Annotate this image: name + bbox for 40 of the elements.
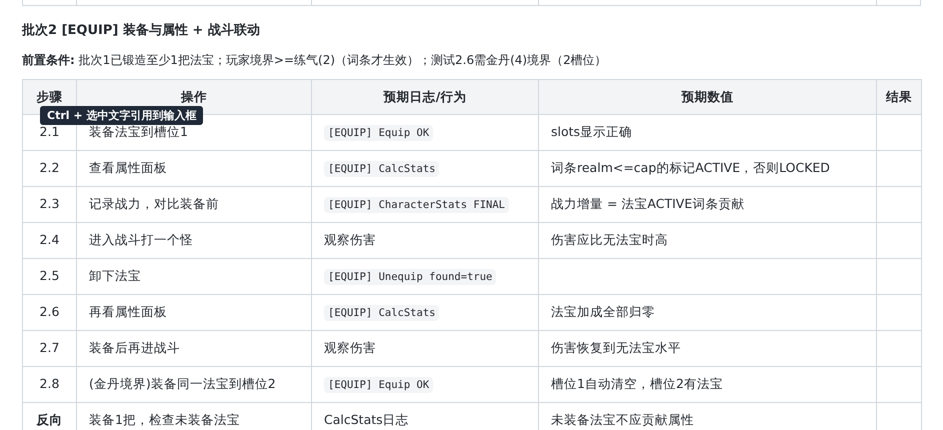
step-number: 2.7 [40, 340, 60, 356]
expected-value: 伤害应比无法宝时高 [551, 232, 668, 248]
action-text: 查看属性面板 [89, 160, 167, 176]
log-text: 观察伤害 [324, 232, 376, 248]
action-text: (金丹境界)装备同一法宝到槽位2 [89, 376, 276, 392]
log-code: [EQUIP] CharacterStats FINAL [324, 197, 510, 214]
action-text: 装备1把，检查未装备法宝 [89, 412, 240, 428]
action-text: 再看属性面板 [89, 304, 167, 320]
action-text: 装备后再进战斗 [89, 340, 180, 356]
step-number: 反向 [36, 412, 62, 428]
log-code: [EQUIP] Equip OK [324, 377, 434, 394]
step-number: 2.8 [40, 376, 60, 392]
expected-value: 未装备法宝不应贡献属性 [551, 412, 694, 428]
log-code: [EQUIP] CalcStats [324, 305, 440, 322]
expected-value: 法宝加成全部归零 [551, 304, 655, 320]
action-text: 进入战斗打一个怪 [89, 232, 193, 248]
step-number: 2.6 [40, 304, 60, 320]
column-header: 预期数值 [538, 80, 876, 114]
log-code: [EQUIP] Equip OK [324, 125, 434, 142]
column-header: 结果 [876, 80, 922, 114]
step-number: 2.1 [40, 124, 60, 140]
log-code: [EQUIP] CalcStats [324, 161, 440, 178]
expected-value: 词条realm<=cap的标记ACTIVE，否则LOCKED [551, 160, 830, 176]
log-text: 观察伤害 [324, 340, 376, 356]
expected-value: 槽位1自动清空，槽位2有法宝 [551, 376, 723, 392]
expected-value: 伤害恢复到无法宝水平 [551, 340, 681, 356]
step-number: 2.4 [40, 232, 60, 248]
step-number: 2.2 [40, 160, 60, 176]
expected-value: slots显示正确 [551, 124, 632, 140]
action-text: 装备法宝到槽位1 [89, 124, 188, 140]
action-text: 记录战力，对比装备前 [89, 196, 219, 212]
section-heading: 批次2 [EQUIP] 装备与属性 + 战斗联动 [22, 22, 261, 40]
expected-value: 战力增量 = 法宝ACTIVE词条贡献 [551, 196, 744, 212]
log-text: CalcStats日志 [324, 412, 409, 428]
action-text: 卸下法宝 [89, 268, 141, 284]
precondition-text: 前置条件: 批次1已锻造至少1把法宝；玩家境界>=练气(2)（词条才生效）；测试2.6需金丹(4)境界（2槽位） [22, 52, 608, 69]
log-code: [EQUIP] Unequip found=true [324, 269, 496, 286]
step-number: 2.5 [40, 268, 60, 284]
step-number: 2.3 [40, 196, 60, 212]
column-header: 预期日志/行为 [312, 80, 538, 114]
